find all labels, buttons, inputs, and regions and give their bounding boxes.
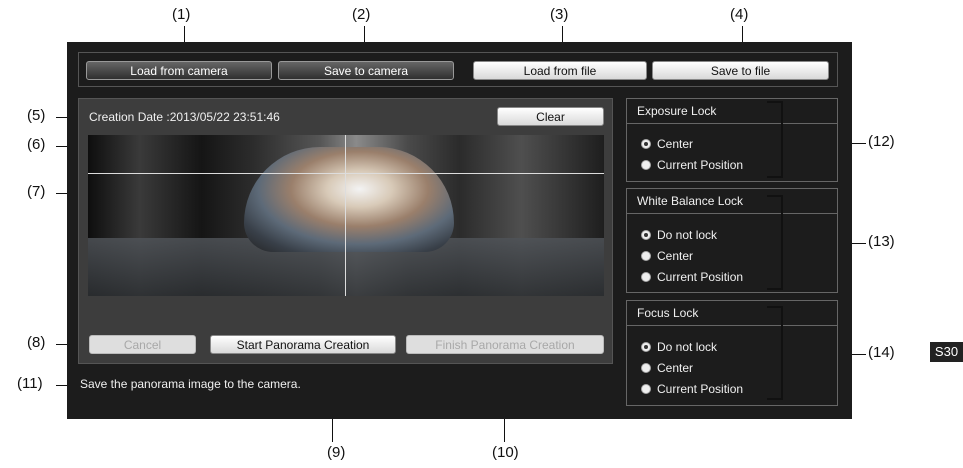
callout-14: (14) — [868, 344, 895, 361]
callout-4: (4) — [730, 6, 749, 23]
exposure-lock-title: Exposure Lock — [627, 99, 837, 124]
white-balance-lock-brace — [767, 195, 783, 290]
callout-11: (11) — [17, 375, 43, 392]
exposure-lock-option-center[interactable]: Center — [641, 136, 693, 152]
preview-crosshair-vertical — [345, 135, 346, 296]
white-balance-option-do-not-lock[interactable]: Do not lock — [641, 227, 717, 243]
load-from-camera-button[interactable]: Load from camera — [86, 61, 272, 80]
clear-button[interactable]: Clear — [497, 107, 604, 126]
focus-lock-group: Focus Lock Do not lock Center Current Po… — [626, 300, 838, 406]
callout-5: (5) — [27, 107, 46, 124]
cancel-button[interactable]: Cancel — [89, 335, 196, 354]
radio-icon[interactable] — [641, 363, 651, 373]
preview-crosshair-horizontal — [88, 173, 604, 174]
radio-selected-icon[interactable] — [641, 342, 651, 352]
panorama-preview-image[interactable] — [88, 135, 604, 296]
radio-icon[interactable] — [641, 160, 651, 170]
finish-panorama-creation-button[interactable]: Finish Panorama Creation — [406, 335, 604, 354]
callout-7: (7) — [27, 183, 46, 200]
section-badge: S30 — [930, 342, 963, 362]
exposure-lock-group: Exposure Lock Center Current Position — [626, 98, 838, 182]
exposure-lock-brace — [767, 101, 783, 178]
radio-icon[interactable] — [641, 251, 651, 261]
preview-fisheye-view — [244, 147, 454, 252]
save-to-camera-button[interactable]: Save to camera — [278, 61, 454, 80]
white-balance-lock-group: White Balance Lock Do not lock Center Cu… — [626, 188, 838, 293]
callout-13: (13) — [868, 233, 895, 250]
callout-12: (12) — [868, 133, 895, 150]
focus-lock-brace — [767, 306, 783, 400]
focus-lock-title: Focus Lock — [627, 301, 837, 326]
start-panorama-creation-button[interactable]: Start Panorama Creation — [210, 335, 396, 354]
callout-2: (2) — [352, 6, 371, 23]
save-to-file-button[interactable]: Save to file — [652, 61, 829, 80]
white-balance-option-center[interactable]: Center — [641, 248, 693, 264]
callout-1: (1) — [172, 6, 191, 23]
callout-3: (3) — [550, 6, 569, 23]
radio-icon[interactable] — [641, 384, 651, 394]
radio-selected-icon[interactable] — [641, 139, 651, 149]
callout-9: (9) — [327, 444, 346, 461]
focus-lock-option-current-position[interactable]: Current Position — [641, 381, 743, 397]
creation-date-label: Creation Date : — [89, 110, 170, 124]
status-message: Save the panorama image to the camera. — [80, 377, 301, 391]
radio-icon[interactable] — [641, 272, 651, 282]
creation-date: Creation Date :2013/05/22 23:51:46 — [89, 110, 280, 124]
creation-date-value: 2013/05/22 23:51:46 — [169, 110, 280, 124]
exposure-lock-option-current-position[interactable]: Current Position — [641, 157, 743, 173]
focus-lock-option-center[interactable]: Center — [641, 360, 693, 376]
focus-lock-option-do-not-lock[interactable]: Do not lock — [641, 339, 717, 355]
callout-6: (6) — [27, 136, 46, 153]
callout-10: (10) — [492, 444, 519, 461]
load-from-file-button[interactable]: Load from file — [473, 61, 647, 80]
white-balance-option-current-position[interactable]: Current Position — [641, 269, 743, 285]
callout-8: (8) — [27, 334, 46, 351]
white-balance-lock-title: White Balance Lock — [627, 189, 837, 214]
radio-selected-icon[interactable] — [641, 230, 651, 240]
